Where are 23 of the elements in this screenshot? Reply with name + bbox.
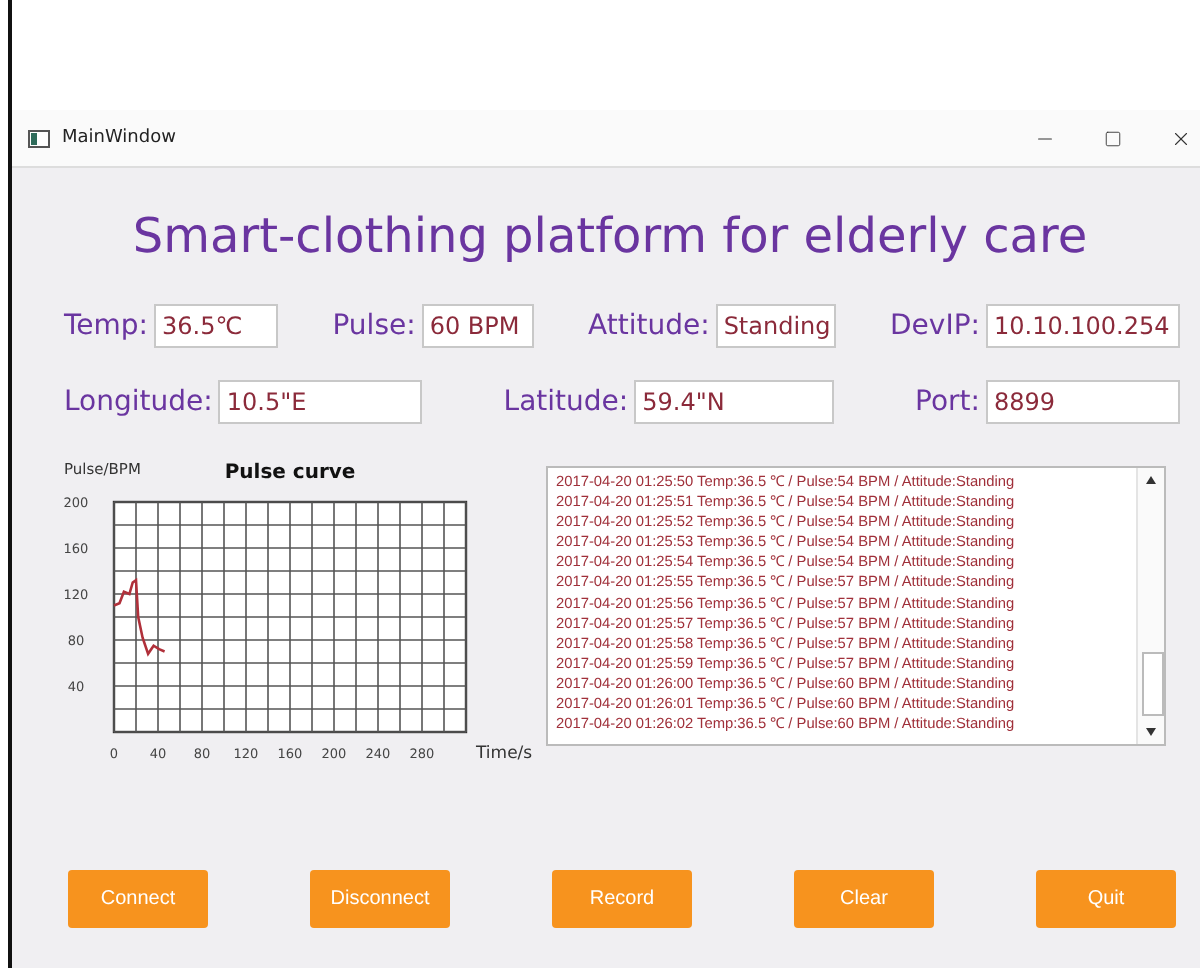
field-label: Pulse: xyxy=(332,310,416,342)
text-field[interactable]: 60 BPM xyxy=(421,304,534,348)
text-field[interactable]: 59.4"N xyxy=(634,380,835,424)
app-heading: Smart-clothing platform for elderly care xyxy=(130,208,1090,264)
field-label: Latitude: xyxy=(503,386,629,418)
field-label: Temp: xyxy=(64,310,149,342)
window-title: MainWindow xyxy=(62,128,178,148)
maximize-icon[interactable] xyxy=(1104,129,1122,147)
x-axis-label: Time/s xyxy=(476,744,533,764)
scrollbar[interactable] xyxy=(1136,468,1164,744)
text-field[interactable]: 8899 xyxy=(986,380,1180,424)
field-label: Port: xyxy=(915,386,980,418)
text-field[interactable]: 36.5℃ xyxy=(154,304,279,348)
text-field[interactable]: 10.5"E xyxy=(218,380,423,424)
field-label: DevIP: xyxy=(890,310,980,342)
field-label: Attitude: xyxy=(588,310,710,342)
field-label: Longitude: xyxy=(64,386,213,418)
text-field[interactable]: 10.10.100.254 xyxy=(985,304,1180,348)
window-icon xyxy=(28,129,50,147)
chart-title: Pulse curve xyxy=(224,462,356,484)
text-field[interactable]: Standing xyxy=(715,304,836,348)
scroll-thumb[interactable] xyxy=(1142,652,1164,716)
close-icon[interactable] xyxy=(1170,127,1192,149)
